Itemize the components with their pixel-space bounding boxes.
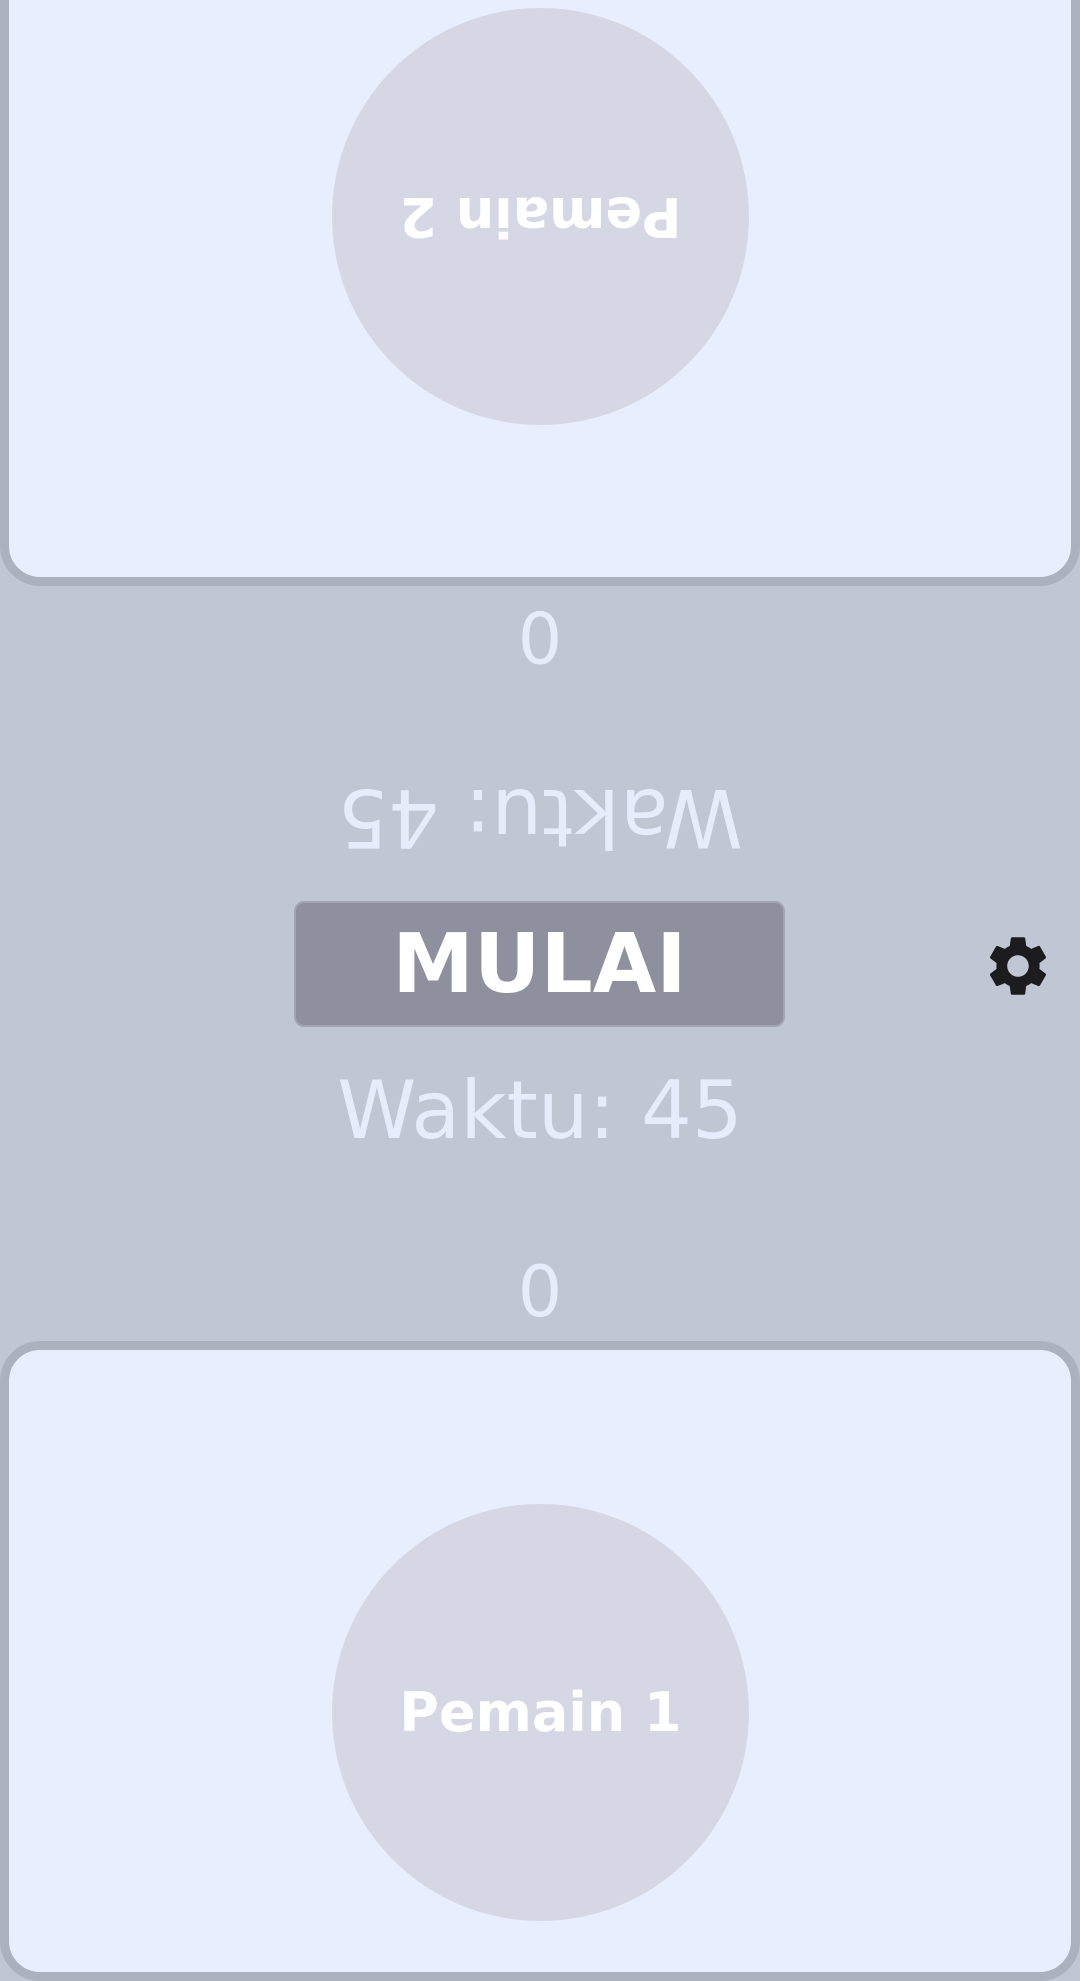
player-2-name: Pemain 2 bbox=[399, 185, 682, 248]
player-2-score: 0 bbox=[517, 595, 563, 677]
player-1-score: 0 bbox=[517, 1251, 563, 1333]
player-1-name: Pemain 1 bbox=[399, 1681, 682, 1744]
gear-icon bbox=[982, 930, 1054, 1002]
player-2-panel[interactable]: Pemain 2 bbox=[0, 0, 1080, 586]
start-button[interactable]: MULAI bbox=[294, 901, 785, 1027]
player-1-timer: Waktu: 45 bbox=[337, 1064, 743, 1157]
settings-button[interactable] bbox=[980, 928, 1056, 1004]
player-2-timer: Waktu: 45 bbox=[337, 771, 743, 864]
player-1-button[interactable]: Pemain 1 bbox=[332, 1504, 749, 1921]
player-1-panel[interactable]: Pemain 1 bbox=[0, 1341, 1080, 1981]
player-2-button[interactable]: Pemain 2 bbox=[332, 8, 749, 425]
